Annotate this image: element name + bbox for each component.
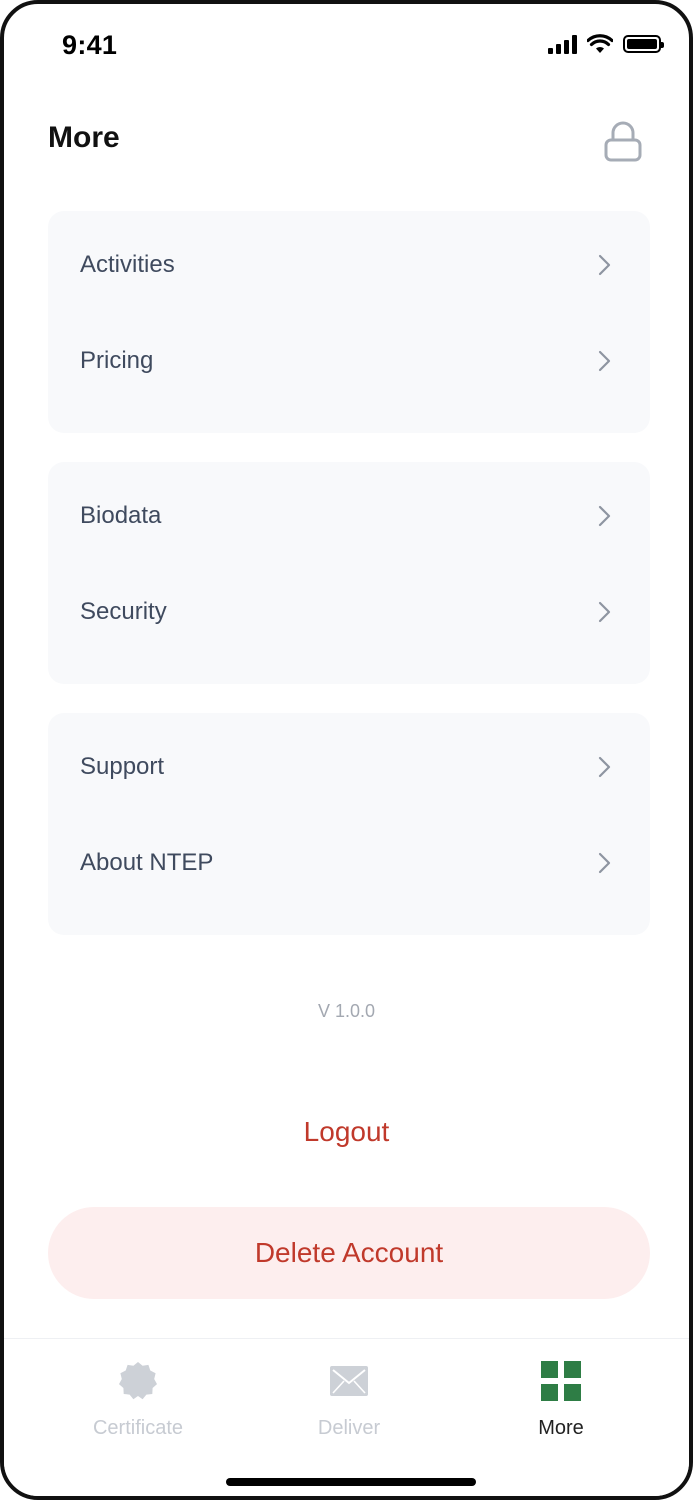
chevron-right-icon	[598, 350, 611, 372]
menu-group-2: Biodata Security	[48, 462, 650, 684]
logout-button[interactable]: Logout	[4, 1116, 689, 1148]
page-title: More	[48, 121, 120, 154]
menu-item-label: Support	[80, 753, 165, 780]
chevron-right-icon	[598, 601, 611, 623]
nav-tab-label: More	[538, 1417, 584, 1439]
nav-tab-label: Certificate	[92, 1417, 184, 1439]
menu-item-label: About NTEP	[80, 849, 214, 876]
envelope-icon	[330, 1366, 368, 1396]
menu-item-pricing[interactable]: Pricing	[48, 313, 650, 409]
chevron-right-icon	[598, 756, 611, 778]
menu-group-3: Support About NTEP	[48, 713, 650, 935]
lock-icon	[604, 121, 642, 162]
menu-item-label: Security	[80, 598, 167, 625]
battery-icon	[623, 35, 664, 53]
menu-item-label: Biodata	[80, 502, 162, 529]
menu-item-support[interactable]: Support	[48, 719, 650, 815]
chevron-right-icon	[598, 505, 611, 527]
nav-tab-more[interactable]: More	[461, 1359, 661, 1440]
wifi-icon	[587, 34, 613, 53]
nav-tab-deliver[interactable]: Deliver	[249, 1359, 449, 1440]
nav-tab-certificate[interactable]: Certificate	[38, 1359, 238, 1440]
app-version: V 1.0.0	[317, 1001, 376, 1021]
menu-item-biodata[interactable]: Biodata	[48, 468, 650, 564]
menu-item-label: Activities	[80, 251, 175, 278]
badge-icon	[119, 1362, 157, 1400]
chevron-right-icon	[598, 852, 611, 874]
bottom-nav: Certificate Deliver More	[4, 1338, 689, 1496]
menu-item-security[interactable]: Security	[48, 564, 650, 660]
menu-item-label: Pricing	[80, 347, 154, 374]
grid-icon	[541, 1361, 581, 1401]
menu-item-about-ntep[interactable]: About NTEP	[48, 815, 650, 911]
delete-account-button[interactable]: Delete Account	[48, 1207, 650, 1299]
status-bar: 9:41	[4, 4, 689, 84]
cellular-signal-icon	[548, 34, 577, 54]
lock-button[interactable]	[602, 120, 644, 164]
menu-group-1: Activities Pricing	[48, 211, 650, 433]
status-time: 9:41	[62, 30, 118, 60]
phone-frame: 9:41 More Activities Pricing Biodata Sec…	[0, 0, 693, 1500]
home-indicator	[226, 1478, 476, 1486]
nav-tab-label: Deliver	[317, 1417, 381, 1439]
chevron-right-icon	[598, 254, 611, 276]
menu-item-activities[interactable]: Activities	[48, 217, 650, 313]
status-icons	[548, 34, 664, 54]
